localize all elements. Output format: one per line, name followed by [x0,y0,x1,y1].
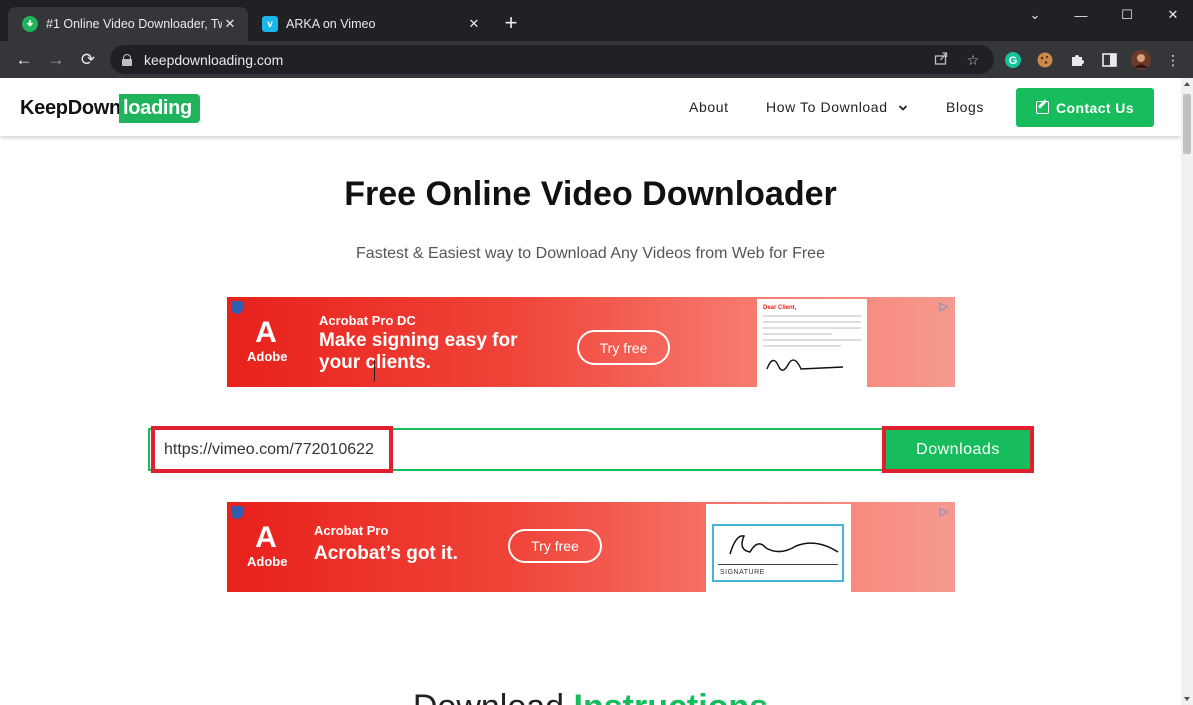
edit-icon [1036,101,1050,114]
nav-blogs-link[interactable]: Blogs [946,99,984,115]
scroll-down-arrow-icon[interactable] [1184,697,1190,701]
close-tab-icon[interactable]: ✕ [466,16,482,32]
page-title: Free Online Video Downloader [344,175,837,213]
svg-text:G: G [1009,55,1018,67]
video-url-input[interactable] [148,428,884,471]
address-bar[interactable]: keepdownloading.com ☆ [110,45,994,74]
ad-headline: Acrobat’s got it. [314,543,458,564]
cookie-extension-icon[interactable] [1035,50,1055,70]
close-tab-icon[interactable]: ✕ [222,16,238,32]
adchoices-icon[interactable]: ▷ [937,301,951,314]
back-arrow-icon[interactable]: ← [11,47,37,73]
nav-how-to-label: How To Download [766,99,888,115]
scroll-up-arrow-icon[interactable] [1184,82,1190,86]
maximize-icon[interactable]: ☐ [1104,0,1150,30]
grammarly-icon[interactable]: G [1003,50,1023,70]
ad-try-free-button[interactable]: Try free [508,529,602,563]
side-panel-icon[interactable] [1099,50,1119,70]
share-icon[interactable] [932,51,950,69]
downloads-button[interactable]: Downloads [882,426,1034,473]
tab-title: ARKA on Vimeo [286,17,376,31]
site-header: KeepDown loading About How To Download B… [0,78,1181,136]
adobe-logo: A Adobe [247,316,288,365]
tab-strip: #1 Online Video Downloader, Tw ✕ v ARKA … [0,0,1193,41]
adobe-ad-banner-1[interactable]: ▷ A Adobe Acrobat Pro DC Make signing ea… [227,297,955,387]
contact-us-button[interactable]: Contact Us [1016,88,1154,127]
ad-document-image: Dear Client, [757,299,867,387]
window-close-icon[interactable]: ✕ [1150,0,1193,30]
adobe-ad-banner-2[interactable]: ▷ A Adobe Acrobat Pro Acrobat’s got it. … [227,502,955,592]
bookmark-star-icon[interactable]: ☆ [964,51,982,69]
minimize-icon[interactable]: — [1058,0,1104,30]
page-subtitle: Fastest & Easiest way to Download Any Vi… [356,245,825,262]
forward-arrow-icon[interactable]: → [43,47,69,73]
tab-title: #1 Online Video Downloader, Tw [46,17,222,31]
text-cursor [374,360,375,381]
ad-product-name: Acrobat Pro DC [319,313,416,328]
download-favicon-icon [22,16,38,32]
ad-shield-icon [231,506,243,519]
adchoices-icon[interactable]: ▷ [937,506,951,519]
extensions-puzzle-icon[interactable] [1067,50,1087,70]
page-scrollbar[interactable] [1181,78,1193,705]
nav-about-link[interactable]: About [689,99,729,115]
new-tab-button[interactable]: + [500,12,522,35]
browser-toolbar: ← → ⟳ keepdownloading.com ☆ G ⋮ [0,41,1193,78]
address-text: keepdownloading.com [144,51,284,68]
profile-avatar-icon[interactable] [1131,50,1151,70]
reload-icon[interactable]: ⟳ [75,47,101,73]
adobe-logo: A Adobe [247,521,288,570]
ad-shield-icon [231,301,243,314]
tab-search-icon[interactable]: ⌄ [1012,0,1058,30]
ad-signature-panel: SIGNATURE [706,504,851,592]
logo-text-green: loading [118,94,200,123]
scrollbar-thumb[interactable] [1183,94,1191,154]
nav-how-to-download-link[interactable]: How To Download [766,99,908,115]
site-logo[interactable]: KeepDown loading [20,92,200,125]
ad-headline-line1: Make signing easy for [319,330,518,351]
lock-icon [122,53,132,66]
chevron-down-icon [898,105,908,111]
download-form: Downloads [148,426,1034,473]
contact-us-label: Contact Us [1056,99,1134,116]
chrome-menu-icon[interactable]: ⋮ [1163,50,1183,70]
vimeo-favicon-icon: v [262,16,278,32]
signature-scribble-icon [766,359,844,371]
signature-scribble-icon [729,535,839,555]
web-page: KeepDown loading About How To Download B… [0,78,1181,705]
logo-text-dark: KeepDown [20,97,121,119]
tab-vimeo[interactable]: v ARKA on Vimeo ✕ [248,7,492,41]
ad-try-free-button[interactable]: Try free [577,330,670,365]
ad-product-name: Acrobat Pro [314,523,389,538]
tab-keepdownloading[interactable]: #1 Online Video Downloader, Tw ✕ [8,7,248,41]
instructions-heading: Download Instructions [0,688,1181,705]
